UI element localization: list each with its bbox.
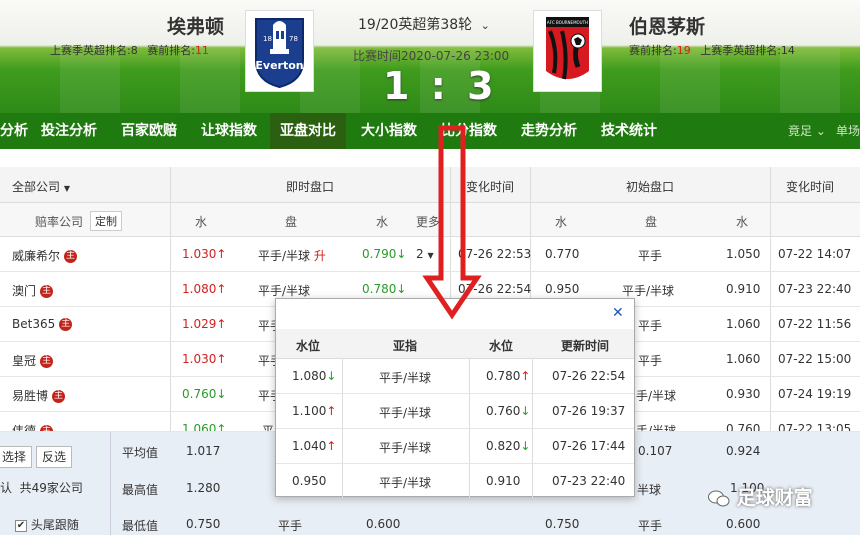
- wechat-icon: [708, 487, 737, 509]
- watermark-text: 足球财富: [736, 487, 813, 509]
- annotation-arrow-icon: [422, 125, 482, 320]
- watermark: 足球财富: [708, 483, 813, 510]
